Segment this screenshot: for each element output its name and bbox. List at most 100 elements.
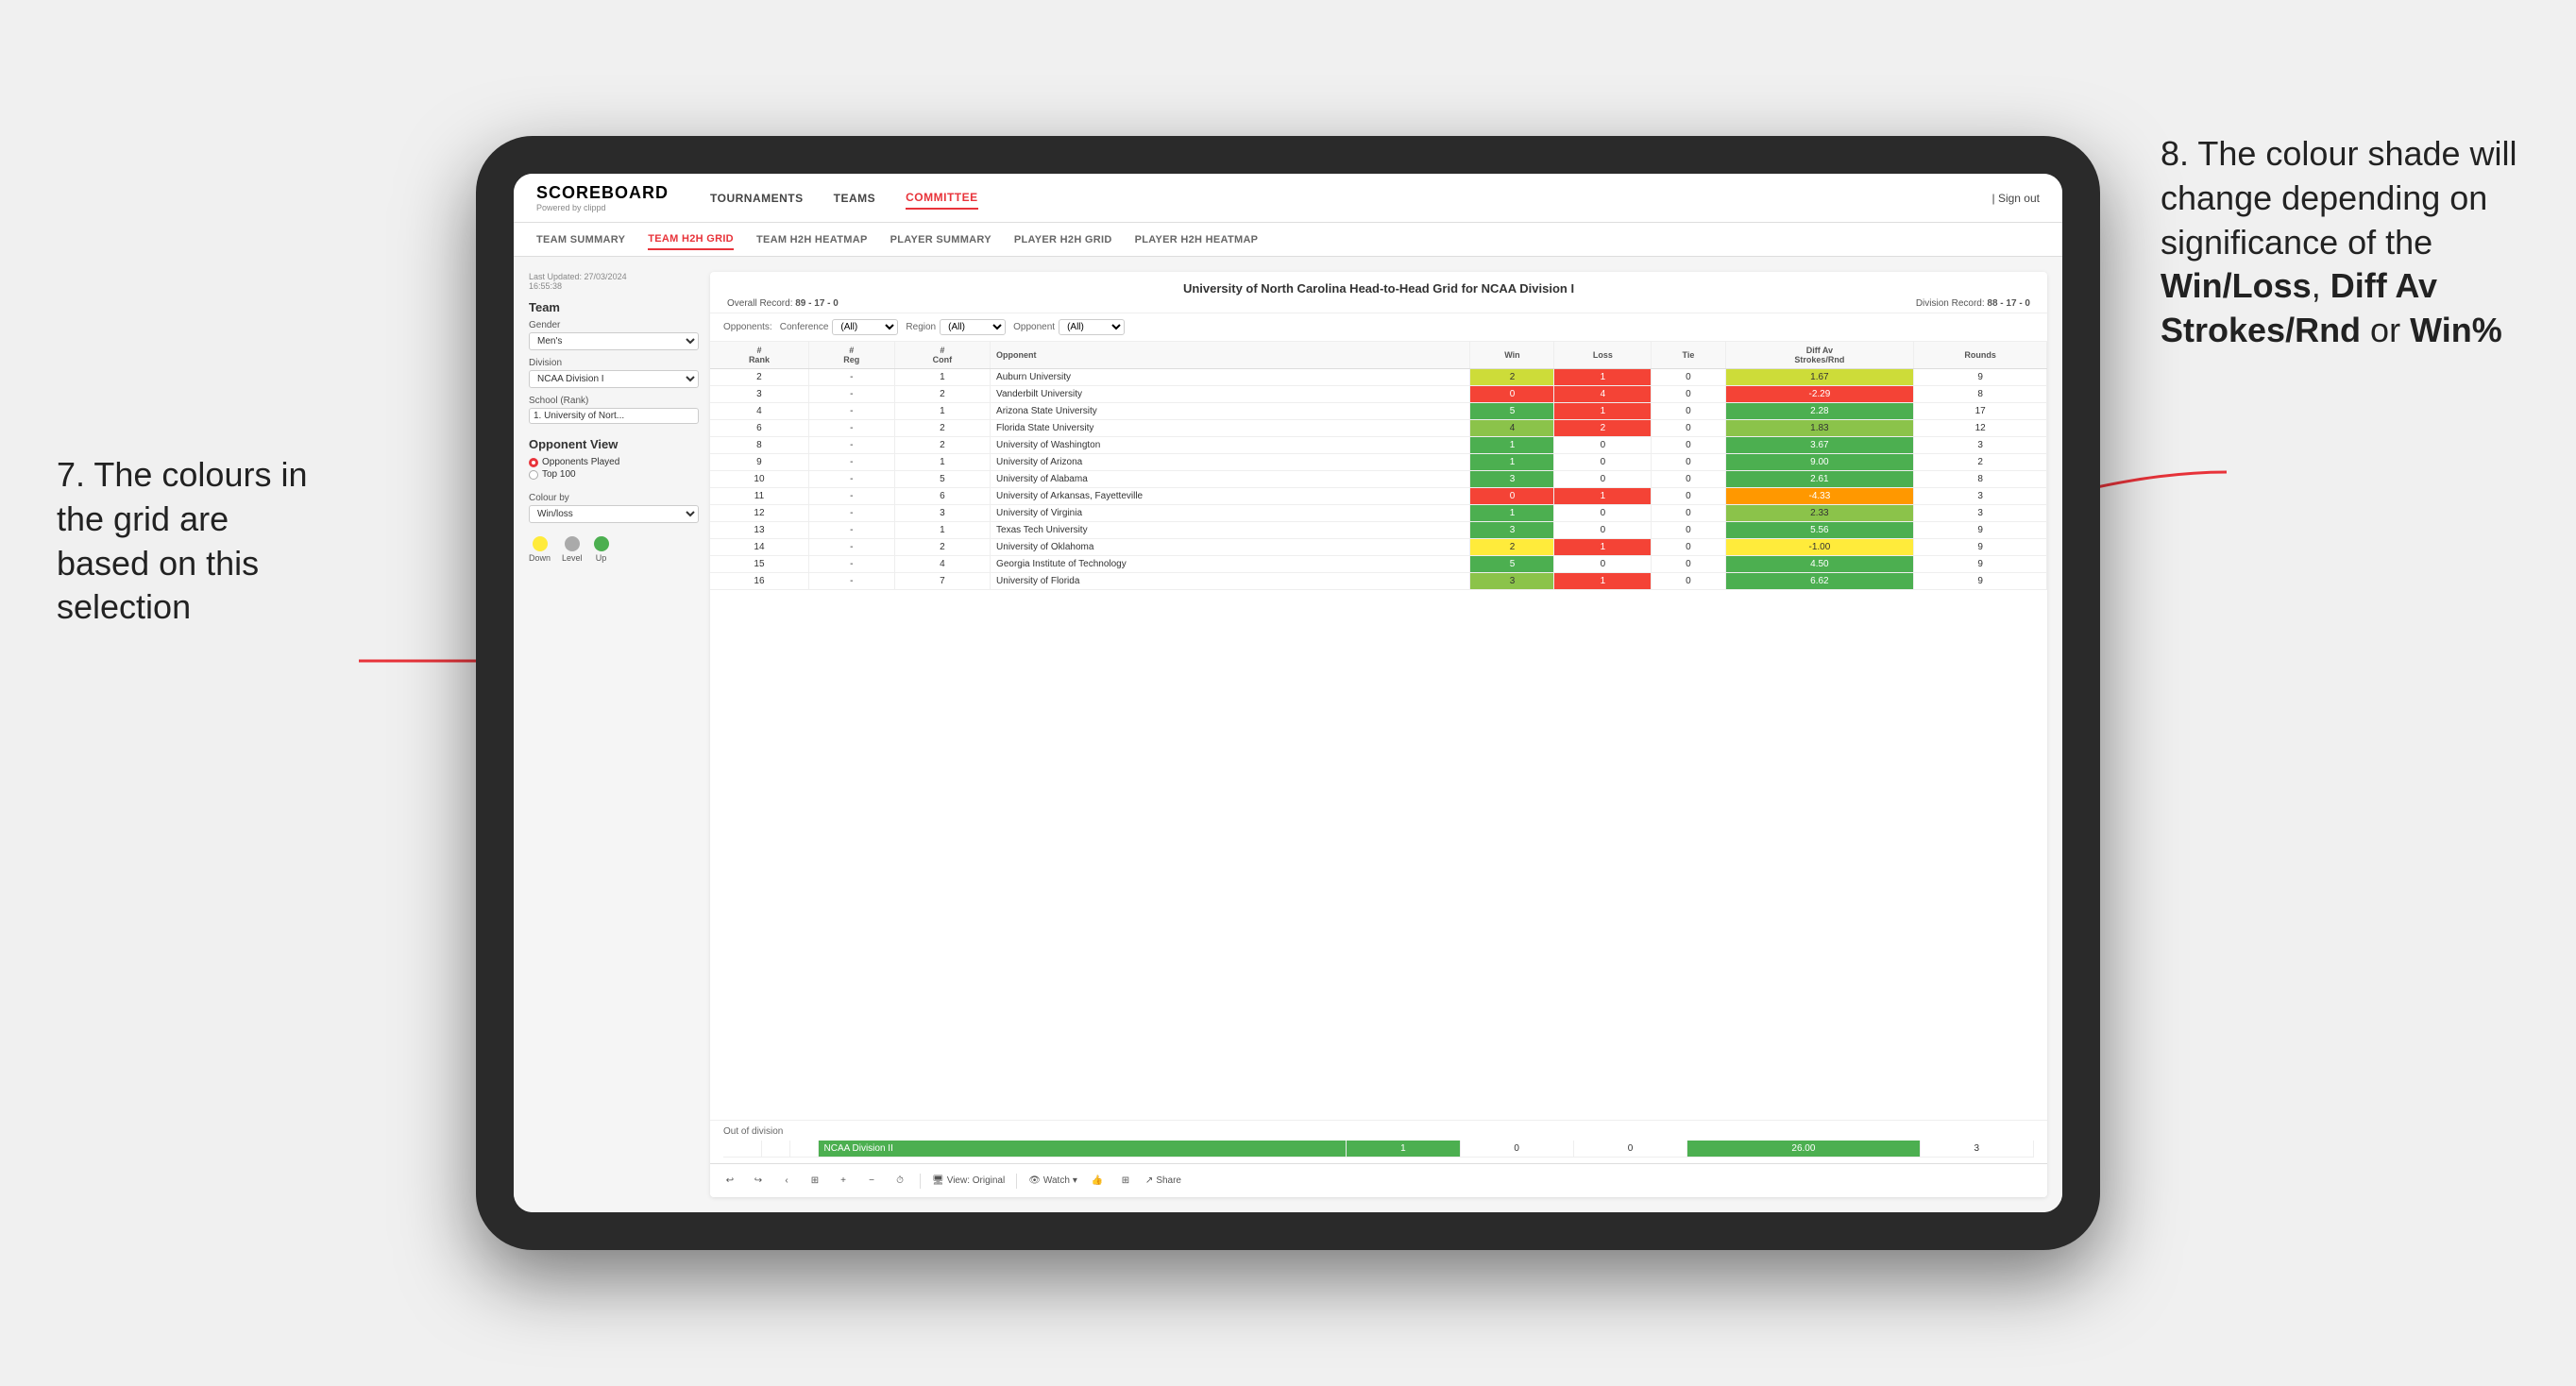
cell-rank: 11: [710, 488, 808, 505]
opponent-select[interactable]: (All): [1059, 319, 1125, 335]
redo-icon[interactable]: ↪: [750, 1173, 767, 1190]
sign-out-button[interactable]: | Sign out: [1992, 192, 2041, 205]
grid-icon[interactable]: ⊞: [1117, 1173, 1134, 1190]
table-row: 11 - 6 University of Arkansas, Fayettevi…: [710, 488, 2047, 505]
cell-opponent: University of Virginia: [991, 505, 1470, 522]
cell-opponent: Florida State University: [991, 420, 1470, 437]
cell-conf: 1: [894, 403, 990, 420]
minus-icon[interactable]: −: [863, 1173, 880, 1190]
cell-diff: 1.83: [1725, 420, 1914, 437]
tablet-screen: SCOREBOARD Powered by clippd TOURNAMENTS…: [514, 174, 2062, 1212]
cell-tie: 0: [1652, 505, 1725, 522]
back-icon[interactable]: ‹: [778, 1173, 795, 1190]
h2h-table: #Rank #Reg #Conf Opponent Win Loss Tie D…: [710, 342, 2047, 590]
cell-opponent: Georgia Institute of Technology: [991, 556, 1470, 573]
colour-by-section: Colour by Win/loss Diff Av Strokes/Rnd W…: [529, 493, 699, 523]
col-loss: Loss: [1554, 342, 1652, 369]
logo-text: SCOREBOARD: [536, 183, 669, 203]
radio-opponents-played[interactable]: Opponents Played: [529, 457, 699, 467]
cell-reg: -: [808, 437, 894, 454]
thumbs-icon[interactable]: 👍: [1089, 1173, 1106, 1190]
cell-reg: -: [808, 369, 894, 386]
radio-top100[interactable]: Top 100: [529, 469, 699, 480]
cell-reg: -: [808, 539, 894, 556]
cell-conf: 1: [894, 522, 990, 539]
nav-teams[interactable]: TEAMS: [834, 188, 876, 209]
cell-diff: 9.00: [1725, 454, 1914, 471]
region-select[interactable]: (All): [940, 319, 1006, 335]
cell-rounds: 9: [1914, 556, 2047, 573]
division-select[interactable]: NCAA Division I: [529, 370, 699, 388]
share-btn[interactable]: ↗ Share: [1145, 1175, 1181, 1186]
subnav-team-summary[interactable]: TEAM SUMMARY: [536, 230, 625, 249]
division-label: Division: [529, 358, 699, 368]
cell-reg: -: [808, 522, 894, 539]
subnav-player-h2h-heatmap[interactable]: PLAYER H2H HEATMAP: [1135, 230, 1259, 249]
legend-level-dot: [565, 536, 580, 551]
subnav-team-h2h-grid[interactable]: TEAM H2H GRID: [648, 229, 734, 250]
plus-icon[interactable]: +: [835, 1173, 852, 1190]
grid-main-title: University of North Carolina Head-to-Hea…: [723, 281, 2034, 296]
cell-rank: 6: [710, 420, 808, 437]
cell-rank: 13: [710, 522, 808, 539]
subnav-player-h2h-grid[interactable]: PLAYER H2H GRID: [1014, 230, 1112, 249]
nav-header: SCOREBOARD Powered by clippd TOURNAMENTS…: [514, 174, 2062, 223]
grid-area: University of North Carolina Head-to-Hea…: [710, 272, 2047, 1197]
legend-down-dot: [533, 536, 548, 551]
nav-committee[interactable]: COMMITTEE: [906, 187, 978, 210]
school-value: 1. University of Nort...: [529, 408, 699, 424]
nav-tournaments[interactable]: TOURNAMENTS: [710, 188, 804, 209]
cell-reg: -: [808, 471, 894, 488]
cell-win: 1: [1470, 505, 1554, 522]
cell-diff: 5.56: [1725, 522, 1914, 539]
toolbar-sep-1: [920, 1174, 921, 1189]
col-conf: #Conf: [894, 342, 990, 369]
legend-up-dot: [594, 536, 609, 551]
camera-icon[interactable]: ⊞: [806, 1173, 823, 1190]
cell-win: 0: [1470, 386, 1554, 403]
undo-icon[interactable]: ↩: [721, 1173, 738, 1190]
colour-by-select[interactable]: Win/loss Diff Av Strokes/Rnd Win%: [529, 505, 699, 523]
cell-rounds: 12: [1914, 420, 2047, 437]
cell-reg: -: [808, 488, 894, 505]
col-reg: #Reg: [808, 342, 894, 369]
cell-tie: 0: [1652, 488, 1725, 505]
opponents-filter-label: Opponents:: [723, 322, 772, 332]
cell-opponent: Arizona State University: [991, 403, 1470, 420]
gender-select[interactable]: Men's: [529, 332, 699, 350]
timestamp: Last Updated: 27/03/202416:55:38: [529, 272, 699, 291]
table-row: 6 - 2 Florida State University 4 2 0 1.8…: [710, 420, 2047, 437]
table-row: 16 - 7 University of Florida 3 1 0 6.62 …: [710, 573, 2047, 590]
cell-win: 3: [1470, 471, 1554, 488]
cell-opponent: University of Washington: [991, 437, 1470, 454]
table-row: 13 - 1 Texas Tech University 3 0 0 5.56 …: [710, 522, 2047, 539]
cell-reg: -: [808, 454, 894, 471]
subnav-team-h2h-heatmap[interactable]: TEAM H2H HEATMAP: [756, 230, 868, 249]
cell-loss: 1: [1554, 369, 1652, 386]
cell-rank: 10: [710, 471, 808, 488]
out-of-division: Out of division NCAA Division II 1 0 0: [710, 1120, 2047, 1163]
table-row: 14 - 2 University of Oklahoma 2 1 0 -1.0…: [710, 539, 2047, 556]
subnav-player-summary[interactable]: PLAYER SUMMARY: [890, 230, 991, 249]
cell-rank: 4: [710, 403, 808, 420]
cell-rank: 9: [710, 454, 808, 471]
cell-conf: 2: [894, 539, 990, 556]
cell-rounds: 17: [1914, 403, 2047, 420]
view-original-btn[interactable]: 🖥 View: Original: [932, 1175, 1005, 1186]
col-opponent: Opponent: [991, 342, 1470, 369]
legend-up: Up: [594, 536, 609, 563]
odd-tie: 0: [1573, 1141, 1686, 1158]
table-row: 15 - 4 Georgia Institute of Technology 5…: [710, 556, 2047, 573]
cell-tie: 0: [1652, 369, 1725, 386]
cell-tie: 0: [1652, 454, 1725, 471]
conference-select[interactable]: (All): [832, 319, 898, 335]
clock-icon[interactable]: ⏱: [891, 1173, 908, 1190]
sidebar: Last Updated: 27/03/202416:55:38 Team Ge…: [529, 272, 699, 1197]
watch-btn[interactable]: 👁 Watch ▾: [1028, 1175, 1077, 1186]
cell-rounds: 8: [1914, 471, 2047, 488]
cell-conf: 6: [894, 488, 990, 505]
cell-loss: 0: [1554, 454, 1652, 471]
cell-opponent: Texas Tech University: [991, 522, 1470, 539]
cell-win: 3: [1470, 522, 1554, 539]
cell-diff: -4.33: [1725, 488, 1914, 505]
